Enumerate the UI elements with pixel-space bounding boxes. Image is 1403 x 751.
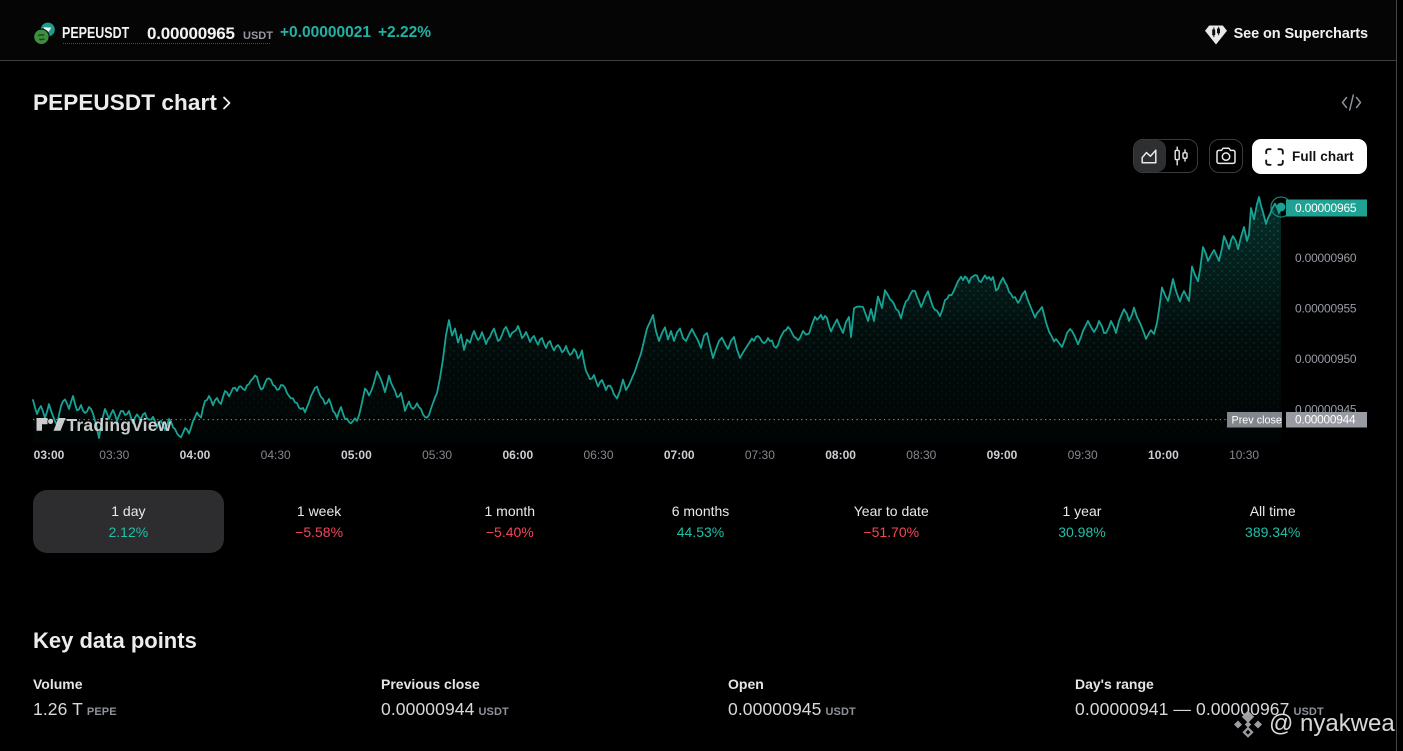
svg-text:0.00000965: 0.00000965 (1295, 201, 1357, 215)
svg-text:10:30: 10:30 (1229, 448, 1259, 462)
svg-text:03:00: 03:00 (34, 448, 65, 462)
svg-text:06:00: 06:00 (502, 448, 533, 462)
svg-text:07:00: 07:00 (664, 448, 695, 462)
svg-text:0.00000944: 0.00000944 (1295, 413, 1356, 427)
svg-text:09:00: 09:00 (987, 448, 1018, 462)
svg-text:08:00: 08:00 (825, 448, 856, 462)
svg-text:0.00000955: 0.00000955 (1295, 302, 1357, 316)
svg-text:08:30: 08:30 (906, 448, 936, 462)
svg-text:TradingView: TradingView (67, 415, 172, 435)
svg-text:10:00: 10:00 (1148, 448, 1179, 462)
svg-text:Prev close: Prev close (1232, 414, 1282, 426)
svg-text:05:30: 05:30 (422, 448, 452, 462)
svg-text:05:00: 05:00 (341, 448, 372, 462)
svg-text:07:30: 07:30 (745, 448, 775, 462)
svg-text:06:30: 06:30 (583, 448, 613, 462)
svg-text:03:30: 03:30 (99, 448, 129, 462)
svg-text:0.00000950: 0.00000950 (1295, 352, 1357, 366)
svg-text:0.00000960: 0.00000960 (1295, 251, 1357, 265)
svg-text:09:30: 09:30 (1068, 448, 1098, 462)
svg-text:04:00: 04:00 (180, 448, 211, 462)
svg-text:04:30: 04:30 (261, 448, 291, 462)
